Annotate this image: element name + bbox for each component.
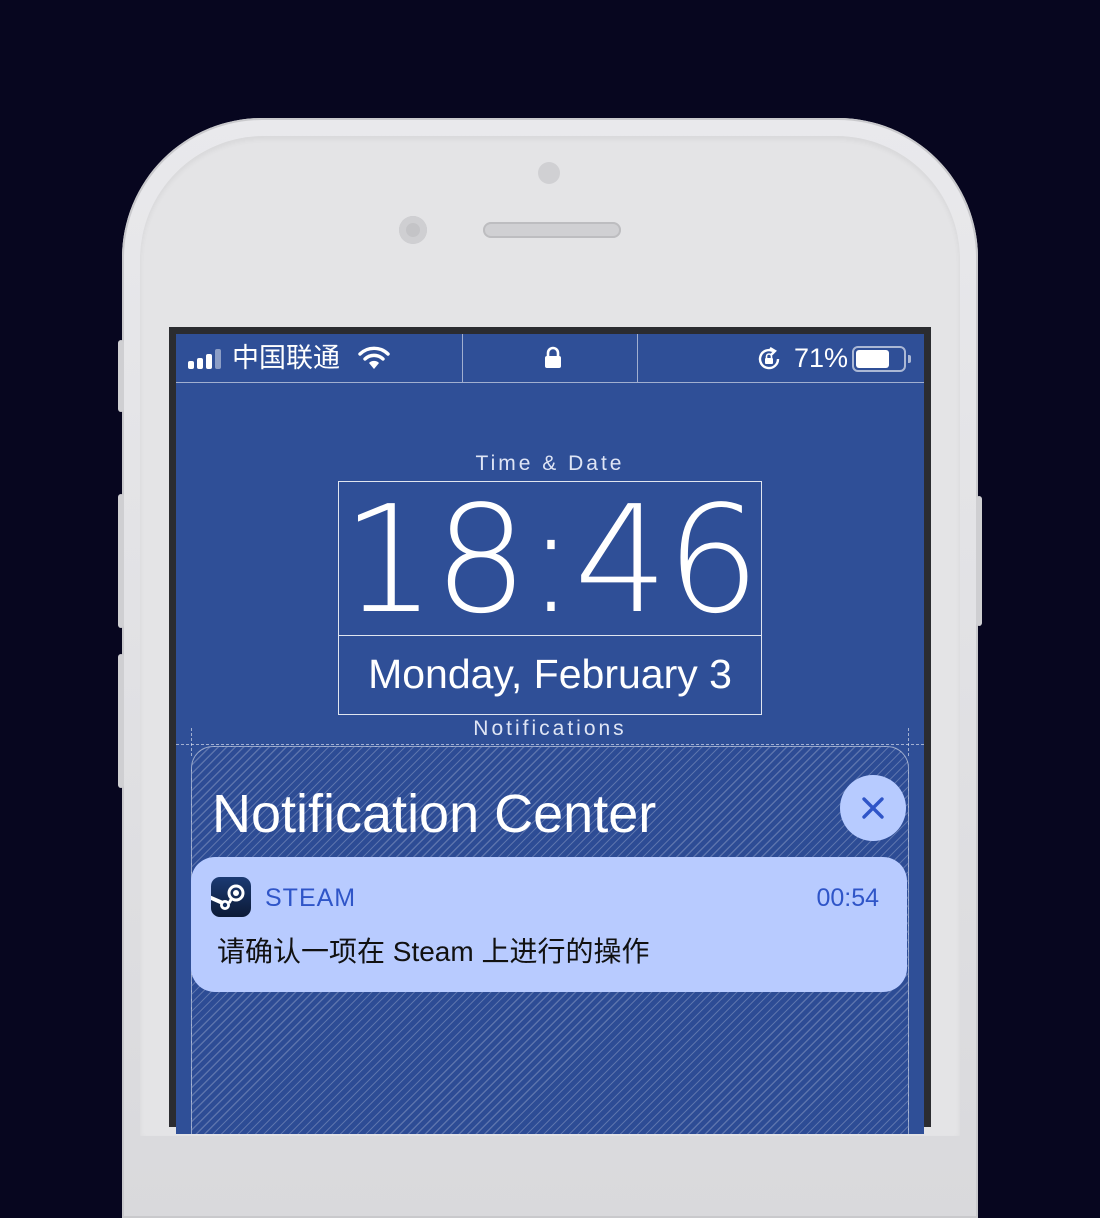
volume-down-button	[118, 654, 124, 788]
notification-time: 00:54	[816, 884, 879, 912]
time-date-label: Time & Date	[475, 452, 625, 475]
steam-icon	[211, 877, 251, 917]
carrier-name: 中国联通	[232, 343, 340, 373]
proximity-sensor	[538, 162, 560, 184]
mute-switch	[118, 340, 124, 412]
lock-icon	[545, 346, 561, 368]
battery-percentage: 71%	[794, 343, 849, 373]
close-button[interactable]	[840, 775, 906, 841]
notification-card[interactable]: STEAM 00:54 请确认一项在 Steam 上进行的操作	[191, 857, 907, 992]
clock-widget: 18:46 Monday, February 3	[338, 481, 762, 715]
signal-bars-icon	[188, 349, 221, 369]
clock-time: 18:46	[341, 474, 761, 646]
rotation-lock-icon	[758, 346, 780, 370]
close-icon	[862, 797, 884, 819]
status-divider	[462, 334, 463, 382]
volume-up-button	[118, 494, 124, 628]
status-divider	[637, 334, 638, 382]
battery-fill	[856, 350, 889, 368]
notification-message: 请确认一项在 Steam 上进行的操作	[217, 936, 650, 967]
wifi-icon	[358, 346, 390, 369]
notification-center-title: Notification Center	[212, 784, 657, 844]
battery-icon	[852, 346, 911, 372]
status-bar: 中国联通 71%	[176, 334, 924, 383]
earpiece-speaker	[483, 222, 621, 238]
front-camera	[399, 216, 427, 244]
clock-date: Monday, February 3	[368, 651, 732, 697]
power-button	[976, 496, 982, 626]
lock-screen: 中国联通 71% Time & Date 18:46 Monday, Febru…	[176, 334, 924, 1134]
notifications-label: Notifications	[473, 717, 627, 740]
guide-line	[176, 744, 924, 745]
guide-line	[191, 728, 192, 756]
notification-app-name: STEAM	[265, 884, 357, 912]
guide-line	[908, 728, 909, 756]
